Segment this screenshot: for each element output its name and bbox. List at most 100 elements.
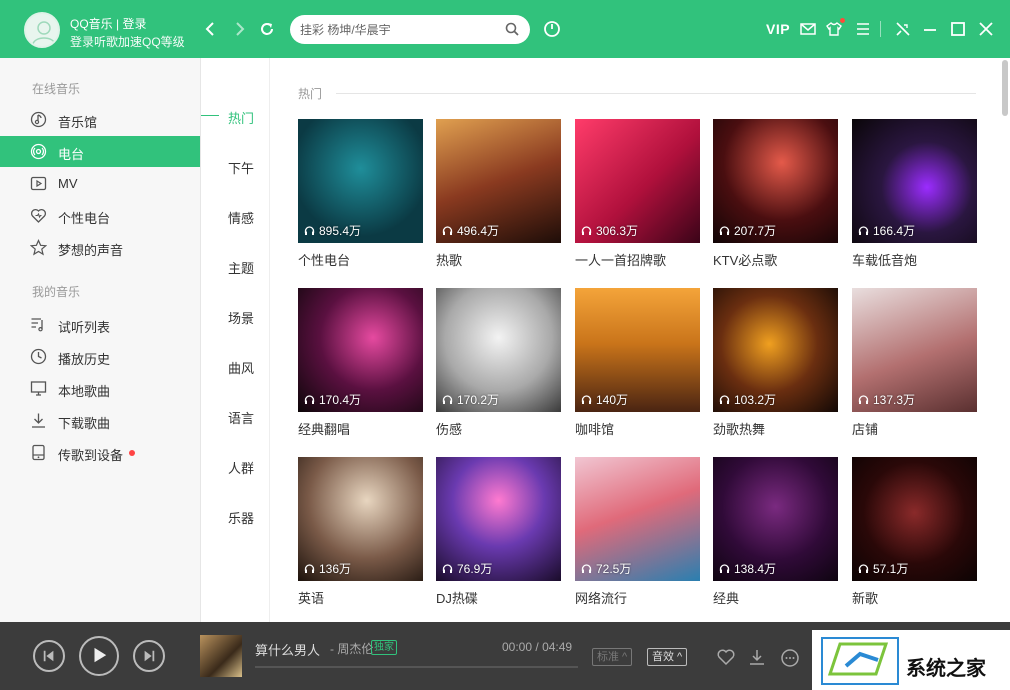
- listen-recognize-icon[interactable]: [543, 20, 561, 38]
- sidebar-item-downloads[interactable]: 下载歌曲: [0, 405, 200, 436]
- radio-card[interactable]: 170.2万伤感: [436, 288, 561, 438]
- radio-card-title[interactable]: 经典翻唱: [298, 419, 350, 438]
- search-input[interactable]: [300, 20, 500, 39]
- radio-card-title[interactable]: KTV必点歌: [713, 250, 777, 269]
- sidebar-item-label: 个性电台: [58, 211, 111, 226]
- radio-cover-image[interactable]: 166.4万: [852, 119, 977, 243]
- radio-card[interactable]: 496.4万热歌: [436, 119, 561, 269]
- radio-card[interactable]: 57.1万新歌: [852, 457, 977, 607]
- album-cover[interactable]: [200, 635, 242, 677]
- radio-card-title[interactable]: 经典: [713, 588, 739, 607]
- radio-cover-image[interactable]: 72.5万: [575, 457, 700, 581]
- sidebar-item-history[interactable]: 播放历史: [0, 341, 200, 372]
- radio-card[interactable]: 166.4万车载低音炮: [852, 119, 977, 269]
- like-heart-icon[interactable]: [716, 648, 736, 666]
- sidebar-item-dream-voice[interactable]: 梦想的声音: [0, 232, 200, 263]
- radio-cover-image[interactable]: 207.7万: [713, 119, 838, 243]
- sidebar-item-personal-radio[interactable]: 个性电台: [0, 200, 200, 231]
- menu-icon[interactable]: [855, 21, 871, 37]
- lyrics-toggle[interactable]: 标准 ^: [592, 648, 633, 666]
- sidebar-item-trial-list[interactable]: 试听列表: [0, 309, 200, 340]
- category-genre[interactable]: 曲风: [228, 358, 254, 377]
- sidebar-item-local-songs[interactable]: 本地歌曲: [0, 373, 200, 404]
- category-divider: [269, 58, 270, 622]
- more-icon[interactable]: [780, 648, 800, 668]
- vip-link[interactable]: VIP: [766, 21, 790, 37]
- category-hot[interactable]: 热门: [228, 108, 254, 127]
- play-count: 170.4万: [304, 391, 361, 408]
- radio-card[interactable]: 72.5万网络流行: [575, 457, 700, 607]
- sidebar-item-music-hall[interactable]: 音乐馆: [0, 104, 200, 135]
- radio-card[interactable]: 207.7万 KTV必点歌: [713, 119, 838, 269]
- category-scene[interactable]: 场景: [228, 308, 254, 327]
- sidebar-item-radio[interactable]: 电台: [0, 136, 200, 167]
- radio-card-title[interactable]: 店铺: [852, 419, 878, 438]
- radio-card-title[interactable]: 劲歌热舞: [713, 419, 765, 438]
- radio-card[interactable]: 306.3万一人一首招牌歌: [575, 119, 700, 269]
- radio-cover-image[interactable]: 76.9万: [436, 457, 561, 581]
- avatar[interactable]: [24, 12, 60, 48]
- radio-cover-image[interactable]: 103.2万: [713, 288, 838, 412]
- back-arrow-icon[interactable]: [202, 20, 220, 38]
- divider: [880, 21, 881, 37]
- next-icon[interactable]: [133, 640, 165, 672]
- sidebar-item-label: 电台: [58, 147, 85, 162]
- sidebar-item-transfer-device[interactable]: 传歌到设备: [0, 437, 200, 468]
- skin-icon[interactable]: [826, 21, 842, 37]
- radio-card[interactable]: 103.2万劲歌热舞: [713, 288, 838, 438]
- radio-card[interactable]: 137.3万店铺: [852, 288, 977, 438]
- headphones-icon: [719, 563, 730, 577]
- radio-cover-image[interactable]: 138.4万: [713, 457, 838, 581]
- song-title[interactable]: 算什么男人: [255, 640, 320, 659]
- radio-card-title[interactable]: 网络流行: [575, 588, 627, 607]
- close-icon[interactable]: [978, 21, 994, 37]
- download-song-icon[interactable]: [748, 648, 766, 666]
- radio-card[interactable]: 895.4万个性电台: [298, 119, 423, 269]
- mail-icon[interactable]: [800, 21, 816, 37]
- scrollbar[interactable]: [1001, 58, 1009, 118]
- song-artist[interactable]: - 周杰伦: [330, 640, 373, 657]
- radio-cover-image[interactable]: 137.3万: [852, 288, 977, 412]
- search-icon[interactable]: [505, 22, 520, 37]
- radio-cover-image[interactable]: 496.4万: [436, 119, 561, 243]
- radio-card[interactable]: 136万英语: [298, 457, 423, 607]
- sound-effect-button[interactable]: 音效 ^: [647, 648, 688, 666]
- category-instrument[interactable]: 乐器: [228, 508, 254, 527]
- login-link[interactable]: QQ音乐 | 登录: [70, 15, 146, 32]
- radio-card-title[interactable]: 英语: [298, 588, 324, 607]
- radio-cover-image[interactable]: 136万: [298, 457, 423, 581]
- radio-card-title[interactable]: 新歌: [852, 588, 878, 607]
- category-afternoon[interactable]: 下午: [228, 158, 254, 177]
- forward-arrow-icon[interactable]: [230, 20, 248, 38]
- radio-card[interactable]: 76.9万 DJ热碟: [436, 457, 561, 607]
- radio-card-title[interactable]: 个性电台: [298, 250, 350, 269]
- radio-cover-image[interactable]: 895.4万: [298, 119, 423, 243]
- radio-cover-image[interactable]: 170.2万: [436, 288, 561, 412]
- play-icon[interactable]: [79, 636, 119, 676]
- category-crowd[interactable]: 人群: [228, 458, 254, 477]
- radio-cover-image[interactable]: 170.4万: [298, 288, 423, 412]
- category-emotion[interactable]: 情感: [228, 208, 254, 227]
- radio-cover-image[interactable]: 140万: [575, 288, 700, 412]
- maximize-icon[interactable]: [950, 21, 966, 37]
- mini-mode-icon[interactable]: [895, 21, 911, 37]
- radio-cover-image[interactable]: 306.3万: [575, 119, 700, 243]
- radio-card-title[interactable]: DJ热碟: [436, 588, 478, 607]
- sidebar-item-mv[interactable]: MV: [0, 168, 200, 199]
- search-box[interactable]: [290, 15, 530, 44]
- refresh-icon[interactable]: [258, 20, 276, 38]
- radio-card-title[interactable]: 车载低音炮: [852, 250, 917, 269]
- category-language[interactable]: 语言: [228, 408, 254, 427]
- radio-card-title[interactable]: 一人一首招牌歌: [575, 250, 666, 269]
- radio-card[interactable]: 138.4万经典: [713, 457, 838, 607]
- previous-icon[interactable]: [33, 640, 65, 672]
- minimize-icon[interactable]: [922, 21, 938, 37]
- category-theme[interactable]: 主题: [228, 258, 254, 277]
- radio-card[interactable]: 140万咖啡馆: [575, 288, 700, 438]
- progress-bar[interactable]: [255, 666, 578, 668]
- radio-card[interactable]: 170.4万经典翻唱: [298, 288, 423, 438]
- radio-card-title[interactable]: 伤感: [436, 419, 462, 438]
- radio-card-title[interactable]: 热歌: [436, 250, 462, 269]
- radio-cover-image[interactable]: 57.1万: [852, 457, 977, 581]
- radio-card-title[interactable]: 咖啡馆: [575, 419, 614, 438]
